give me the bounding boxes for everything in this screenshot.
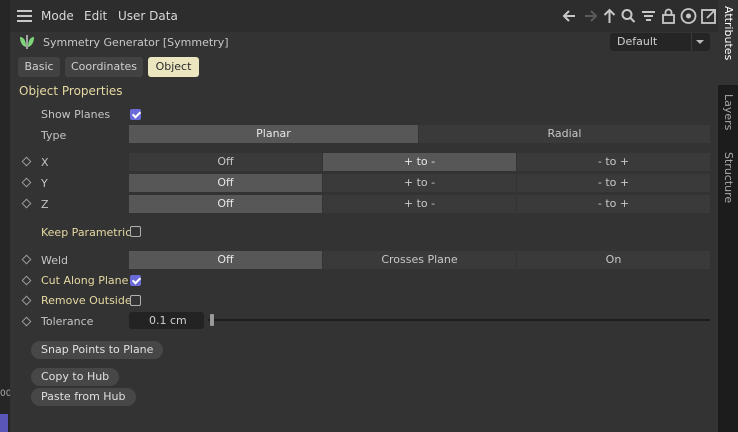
tolerance-input[interactable]: 0.1 cm (129, 312, 204, 329)
tolerance-slider-handle[interactable] (210, 314, 214, 326)
weld-segmented: Off Crosses Plane On (129, 251, 710, 269)
preset-divider (691, 33, 692, 51)
keep-parametric-checkbox[interactable] (130, 226, 141, 237)
menu-edit[interactable]: Edit (84, 9, 107, 23)
keyframe-diamond-icon[interactable] (21, 156, 32, 167)
chevron-down-icon[interactable] (696, 40, 704, 44)
z-segmented: Off + to - - to + (129, 195, 710, 213)
keyframe-diamond-icon[interactable] (21, 275, 32, 286)
y-option-plus-to-minus[interactable]: + to - (323, 174, 517, 192)
tab-basic[interactable]: Basic (18, 57, 60, 77)
new-window-icon[interactable] (699, 6, 718, 26)
keyframe-diamond-icon[interactable] (21, 198, 32, 209)
type-segmented: Planar Radial (129, 125, 710, 143)
left-panel-edge: 00 (0, 0, 11, 432)
x-segmented: Off + to - - to + (129, 153, 710, 171)
keep-parametric-label: Keep Parametric (41, 226, 132, 239)
side-tab-attributes[interactable]: Attributes (718, 0, 738, 85)
weld-label: Weld (41, 254, 69, 267)
z-option-off[interactable]: Off (129, 195, 323, 213)
attributes-panel: Mode Edit User Data Symmetry Generator [… (10, 0, 718, 432)
y-option-minus-to-plus[interactable]: - to + (517, 174, 710, 192)
object-title: Symmetry Generator [Symmetry] (43, 36, 229, 49)
preset-dropdown[interactable]: Default (610, 33, 710, 51)
tab-object[interactable]: Object (148, 57, 199, 77)
y-option-off[interactable]: Off (129, 174, 323, 192)
type-option-radial[interactable]: Radial (419, 125, 710, 143)
menu-mode[interactable]: Mode (41, 9, 74, 23)
copy-to-hub-button[interactable]: Copy to Hub (31, 368, 120, 386)
cut-along-plane-label: Cut Along Plane (41, 274, 129, 287)
y-label: Y (41, 177, 48, 190)
show-planes-checkbox[interactable] (130, 109, 141, 120)
left-panel-accent (0, 414, 8, 432)
keyframe-diamond-icon[interactable] (21, 254, 32, 265)
type-option-planar[interactable]: Planar (129, 125, 419, 143)
symmetry-icon (18, 34, 36, 50)
x-label: X (41, 156, 49, 169)
remove-outside-label: Remove Outside (41, 294, 132, 307)
cut-along-plane-checkbox[interactable] (130, 275, 141, 286)
remove-outside-checkbox[interactable] (130, 295, 141, 306)
tab-coordinates[interactable]: Coordinates (65, 57, 143, 77)
back-arrow-icon[interactable] (560, 6, 579, 26)
tolerance-label: Tolerance (41, 315, 94, 328)
z-label: Z (41, 198, 49, 211)
target-icon[interactable] (679, 6, 698, 26)
weld-option-off[interactable]: Off (129, 251, 323, 269)
menu-user-data[interactable]: User Data (118, 9, 178, 23)
x-option-off[interactable]: Off (129, 153, 323, 171)
filter-icon[interactable] (639, 6, 658, 26)
lock-icon[interactable] (659, 6, 678, 26)
search-icon[interactable] (619, 6, 638, 26)
show-planes-label: Show Planes (41, 108, 111, 121)
side-tab-layers[interactable]: Layers (718, 94, 738, 144)
side-tab-strip: Attributes Layers Structure (718, 0, 738, 432)
keyframe-diamond-icon[interactable] (21, 295, 32, 306)
keyframe-diamond-icon[interactable] (21, 177, 32, 188)
up-arrow-icon[interactable] (600, 6, 619, 26)
type-label: Type (41, 129, 67, 142)
y-segmented: Off + to - - to + (129, 174, 710, 192)
x-option-minus-to-plus[interactable]: - to + (517, 153, 710, 171)
z-option-minus-to-plus[interactable]: - to + (517, 195, 710, 213)
side-tab-structure[interactable]: Structure (718, 152, 738, 212)
preset-value: Default (617, 35, 658, 48)
tolerance-slider-track[interactable] (208, 319, 710, 321)
keyframe-diamond-icon[interactable] (21, 316, 32, 327)
section-title: Object Properties (19, 84, 123, 98)
menubar: Mode Edit User Data (10, 0, 718, 32)
hamburger-menu-icon[interactable] (17, 10, 32, 22)
x-option-plus-to-minus[interactable]: + to - (323, 153, 517, 171)
z-option-plus-to-minus[interactable]: + to - (323, 195, 517, 213)
forward-arrow-icon[interactable] (581, 6, 600, 26)
paste-from-hub-button[interactable]: Paste from Hub (31, 388, 136, 406)
snap-points-button[interactable]: Snap Points to Plane (31, 341, 164, 359)
weld-option-crosses-plane[interactable]: Crosses Plane (323, 251, 517, 269)
weld-option-on[interactable]: On (517, 251, 710, 269)
